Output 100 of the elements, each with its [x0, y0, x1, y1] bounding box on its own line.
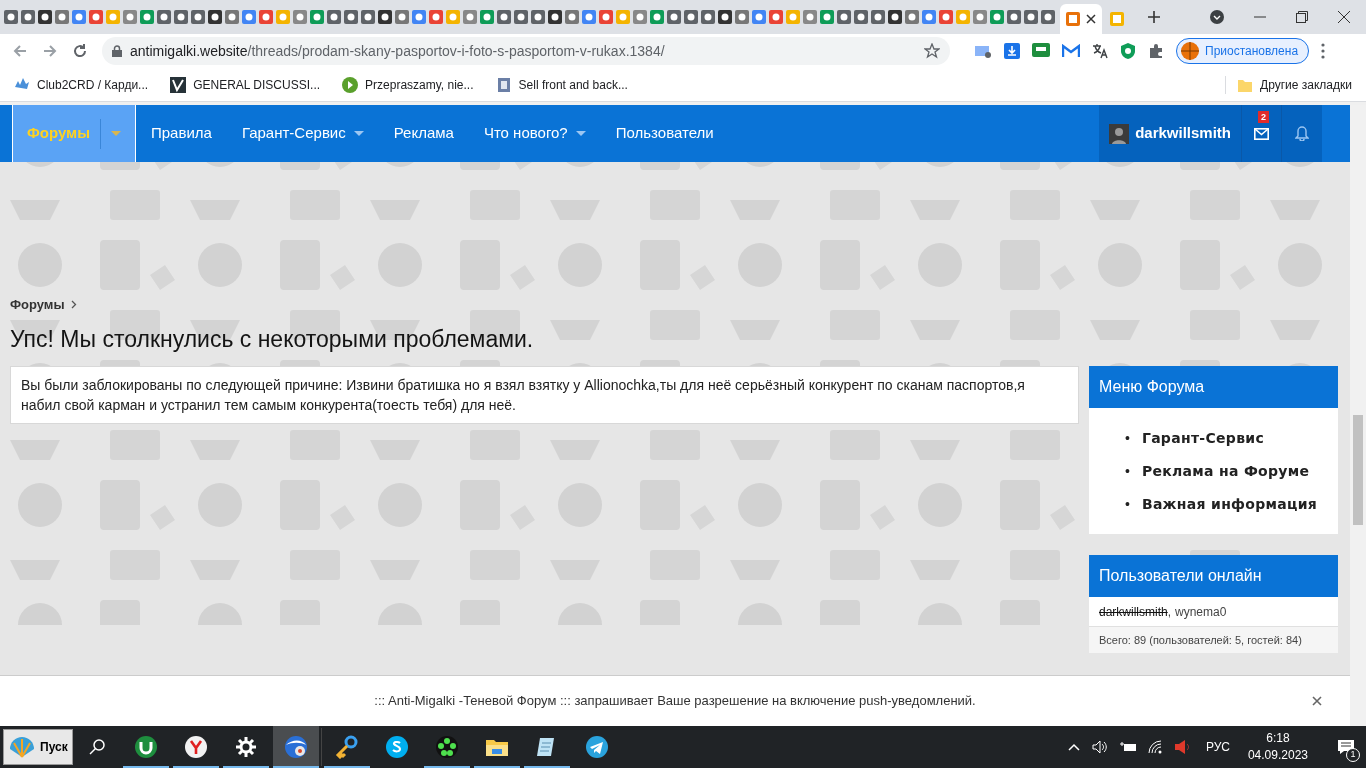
notification-icon[interactable]: [1337, 739, 1355, 755]
speaker-icon[interactable]: [1091, 740, 1108, 754]
sidebar-link[interactable]: Реклама на Форуме: [1141, 461, 1310, 481]
mail-extension-icon[interactable]: [974, 43, 992, 59]
sidebar-heading: Пользователи онлайн: [1089, 555, 1338, 597]
tab-favicon-icon[interactable]: [701, 10, 715, 24]
tab-favicon-icon[interactable]: [4, 10, 18, 24]
user-link[interactable]: wynema0: [1175, 602, 1227, 621]
chevron-up-icon[interactable]: [1067, 743, 1080, 751]
puzzle-icon[interactable]: [1148, 43, 1164, 59]
new-tab-icon[interactable]: [1148, 11, 1160, 23]
bookmark[interactable]: Club2CRD / Карди...: [14, 75, 149, 94]
bookmark-icon: [495, 76, 512, 93]
close-icon[interactable]: [1086, 14, 1096, 24]
scrollbar[interactable]: [1350, 105, 1366, 726]
tab-favicon-icon[interactable]: [514, 10, 528, 24]
nav-tab[interactable]: Пользователи: [600, 105, 729, 162]
shield-icon[interactable]: [1120, 42, 1136, 60]
profile-button[interactable]: Приостановлена: [1176, 38, 1310, 64]
tab-favicon-icon[interactable]: [21, 10, 35, 24]
page-title: Упс! Мы столкнулись с некоторыми проблемами.: [10, 324, 535, 354]
volume-icon[interactable]: [1173, 739, 1190, 755]
tab-favicon-icon[interactable]: [684, 10, 698, 24]
tab-favicon-icon[interactable]: [718, 10, 732, 24]
torrent-app-icon: [133, 735, 158, 759]
chevron-icon: [70, 300, 77, 310]
clock-time[interactable]: 6:18: [1266, 730, 1290, 747]
message-count: 2: [1258, 111, 1269, 123]
clock-date[interactable]: 04.09.2023: [1247, 747, 1308, 764]
bookmark[interactable]: Przepraszamy, nie...: [342, 75, 474, 94]
user-link[interactable]: darkwillsmith: [1099, 602, 1168, 621]
tab-favicon-icon[interactable]: [191, 10, 205, 24]
tab-favicon-icon[interactable]: [378, 10, 392, 24]
avatar-icon: [1109, 123, 1130, 144]
tab-favicon-icon[interactable]: [1024, 10, 1038, 24]
tab-favicon-icon[interactable]: [497, 10, 511, 24]
tab-favicon-icon[interactable]: [1041, 10, 1055, 24]
bullet-text: •: [1125, 462, 1130, 481]
bookmark-folder[interactable]: Другие закладки: [1225, 75, 1352, 94]
back-icon[interactable]: [12, 43, 28, 59]
tab-favicon-icon[interactable]: [174, 10, 188, 24]
more-icon[interactable]: [1321, 43, 1326, 59]
avatar-icon: [1181, 42, 1199, 60]
tab-favicon-icon[interactable]: [854, 10, 868, 24]
flower-app-icon: [434, 735, 459, 759]
bookmark-icon: [170, 76, 187, 93]
bullet-text: •: [1125, 495, 1130, 514]
close-icon[interactable]: [1312, 696, 1322, 706]
language-indicator[interactable]: РУС: [1205, 738, 1230, 756]
gmail-icon[interactable]: [1062, 44, 1080, 58]
mail-icon[interactable]: [1254, 127, 1269, 140]
sidebar-link[interactable]: Гарант-Сервис: [1141, 428, 1264, 448]
reload-icon[interactable]: [72, 43, 88, 59]
taskbar-app[interactable]: [272, 726, 319, 768]
battery-icon[interactable]: [1119, 741, 1136, 753]
tab-favicon-icon[interactable]: [361, 10, 375, 24]
tab-favicon-icon[interactable]: [667, 10, 681, 24]
tab-search-icon[interactable]: [1210, 10, 1224, 24]
tab-favicon-icon[interactable]: [38, 10, 52, 24]
nav-tab[interactable]: Реклама: [378, 105, 469, 162]
key-app-icon: [334, 735, 359, 759]
skype-app-icon: [384, 735, 409, 759]
start-button[interactable]: Пуск: [3, 729, 73, 765]
tab-favicon-icon[interactable]: [888, 10, 902, 24]
bookmark[interactable]: GENERAL DISCUSSI...: [170, 75, 321, 94]
screen-extension-icon[interactable]: [1032, 43, 1050, 59]
close-icon[interactable]: [1338, 11, 1350, 23]
breadcrumb-link[interactable]: Форумы: [10, 295, 65, 315]
address-field[interactable]: antimigalki.website/threads/prodam-skany-pasportov-i-foto-s-pasportom-v-rukax.1384/: [102, 37, 950, 65]
separator-text: ,: [1167, 603, 1172, 621]
nav-tab[interactable]: Правила: [136, 105, 227, 162]
tab-favicon-icon[interactable]: [208, 10, 222, 24]
nav-tab[interactable]: Гарант-Сервис: [226, 105, 379, 162]
tab-favicon-icon[interactable]: [871, 10, 885, 24]
wifi-icon[interactable]: [1147, 740, 1162, 754]
tab-favicon-icon[interactable]: [837, 10, 851, 24]
bell-icon[interactable]: [1295, 126, 1309, 141]
tab-favicon-icon[interactable]: [157, 10, 171, 24]
translate-icon[interactable]: [1092, 43, 1108, 59]
tab-favicon-icon[interactable]: [548, 10, 562, 24]
gear-app-icon: [233, 735, 258, 759]
search-icon[interactable]: [88, 739, 105, 755]
restore-icon[interactable]: [1296, 11, 1308, 23]
star-icon[interactable]: [924, 43, 940, 59]
forward-icon[interactable]: [42, 43, 58, 59]
tab-favicon-icon[interactable]: [1007, 10, 1021, 24]
bookmark-icon: [342, 76, 359, 93]
tab-favicon-icon[interactable]: [327, 10, 341, 24]
online-total: Всего: 89 (пользователей: 5, гостей: 84): [1089, 627, 1338, 653]
nav-tab[interactable]: Что нового?: [468, 105, 601, 162]
tab-favicon-icon[interactable]: [531, 10, 545, 24]
error-message: Вы были заблокированы по следующей причине: Извини братишка но я взял взятку у Allionochka,ты для неё серьёзный конкурент по сканам паспортов,я набил свой карман и устранил тем самым конкурента(тоесть тебя) для неё.: [10, 366, 1079, 424]
sidebar-link[interactable]: Важная информация: [1141, 494, 1318, 514]
bookmark[interactable]: Sell front and back...: [495, 75, 628, 94]
user-menu[interactable]: darkwillsmith: [1099, 105, 1242, 162]
bullet-text: •: [1125, 429, 1130, 448]
tab-favicon-icon: [1110, 12, 1124, 26]
download-extension-icon[interactable]: [1004, 43, 1020, 59]
push-notice: ::: Anti-Migalki -Теневой Форум ::: запрашивает Ваше разрешение на включение push-уведомлений.: [374, 692, 976, 711]
tab-favicon-icon[interactable]: [344, 10, 358, 24]
